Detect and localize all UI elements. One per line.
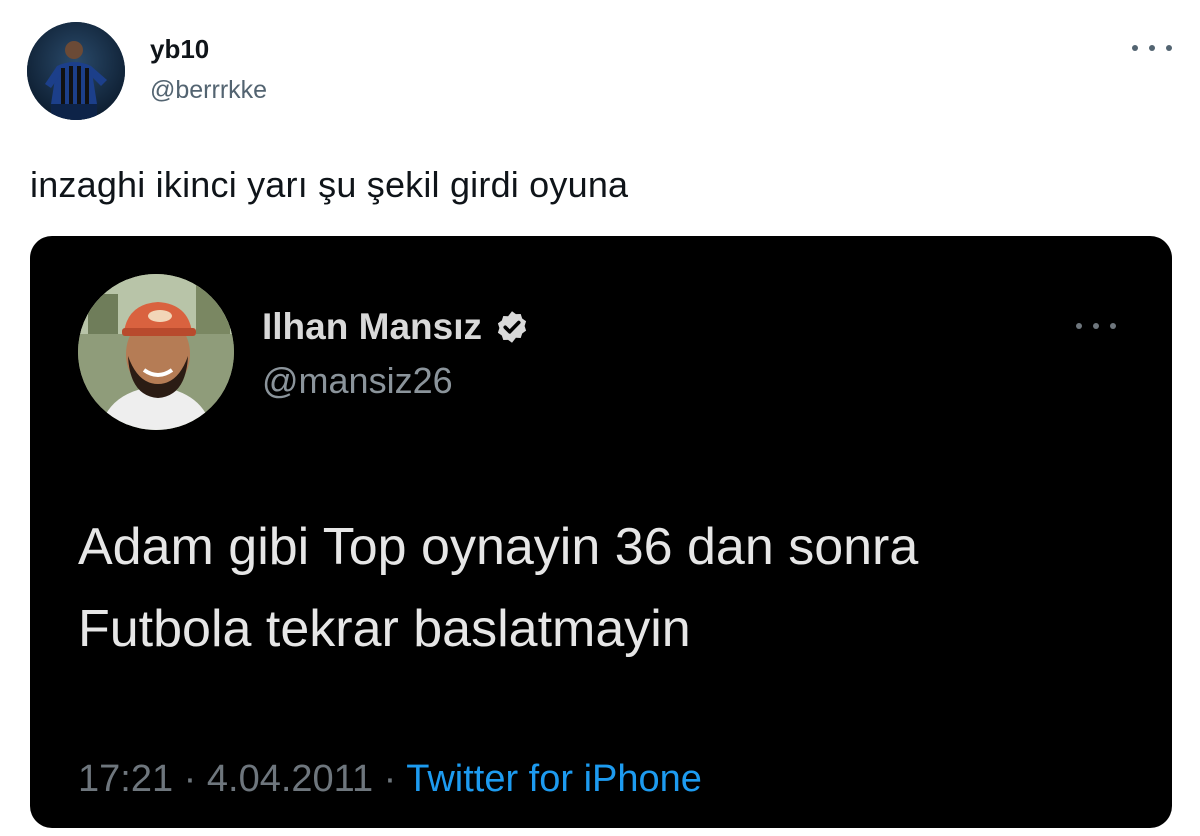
embedded-tweet-meta: 17:21 · 4.04.2011 · Twitter for iPhone [78,758,702,801]
embedded-user-handle: @mansiz26 [262,360,453,401]
embedded-tweet-text: Adam gibi Top oynayin 36 dan sonra Futbo… [78,506,1138,670]
avatar[interactable] [27,22,125,120]
tweet-source-link: Twitter for iPhone [406,758,702,800]
dot [1132,45,1138,51]
embedded-avatar-image [78,274,234,430]
verified-badge-icon [497,311,527,343]
user-handle[interactable]: @berrrkke [150,76,267,105]
avatar-image [27,22,125,120]
embedded-avatar [78,274,234,430]
tweet-text: inzaghi ikinci yarı şu şekil girdi oyuna [30,164,629,205]
embedded-tweet-line-1: Adam gibi Top oynayin 36 dan sonra [78,518,919,576]
dot [1093,323,1099,329]
meta-separator: · [183,758,197,800]
dot [1166,45,1172,51]
embedded-tweet-line-2: Futbola tekrar baslatmayin [78,600,691,658]
tweet-time: 17:21 [78,758,174,800]
meta-separator: · [383,758,397,800]
dot [1110,323,1116,329]
tweet-page: yb10 @berrrkke inzaghi ikinci yarı şu şe… [0,0,1200,836]
more-options-icon[interactable] [1132,36,1172,60]
embedded-more-options-icon [1076,318,1116,334]
tweet-date: 4.04.2011 [206,758,374,800]
dot [1076,323,1082,329]
display-name[interactable]: yb10 [150,34,209,65]
embedded-tweet-screenshot[interactable]: Ilhan Mansız @mansiz26 Adam gibi Top oyn… [30,236,1172,828]
embedded-display-name-text: Ilhan Mansız [262,306,482,347]
dot [1149,45,1155,51]
embedded-display-name: Ilhan Mansız [262,306,530,348]
